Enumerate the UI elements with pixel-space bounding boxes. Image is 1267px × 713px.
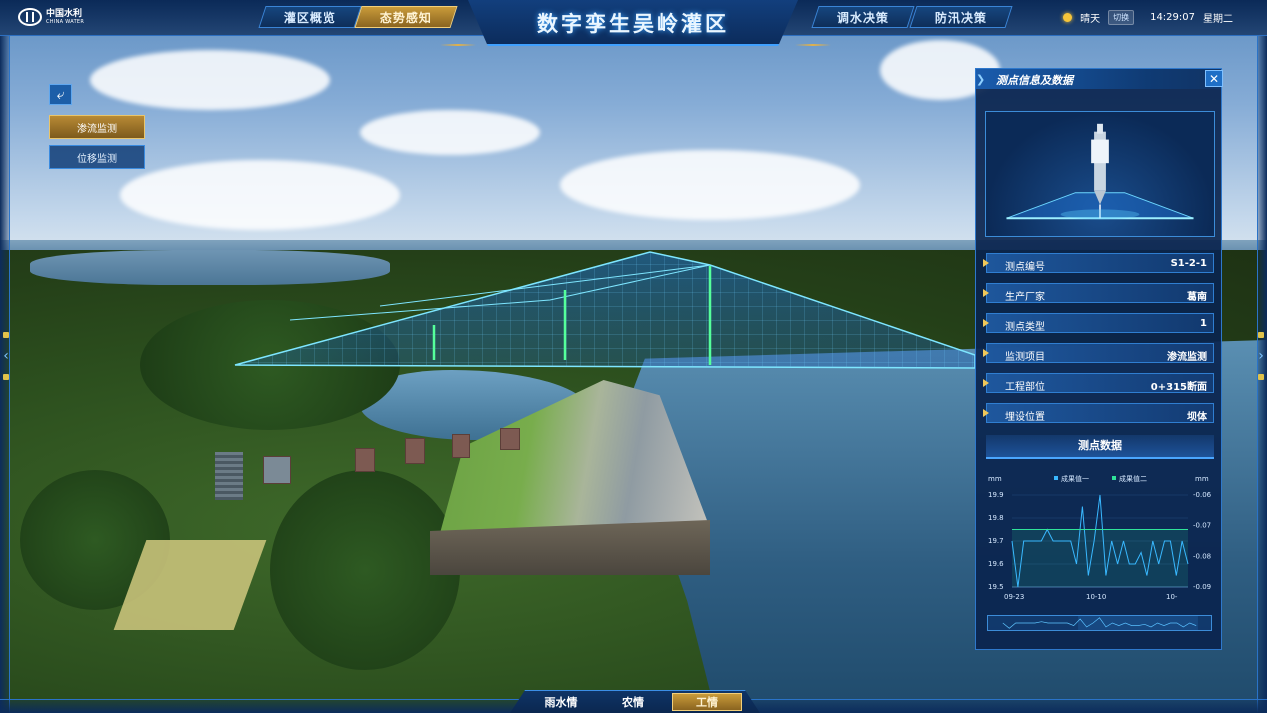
y-unit-left: mm: [988, 475, 1002, 483]
row-arrow-icon: [983, 349, 989, 357]
cloud: [360, 110, 540, 155]
y-unit-right: mm: [1195, 475, 1209, 483]
sensor-line-chart[interactable]: mm mm 成果值一 成果值二 19.9 19.8 19.7 19.6 19.5 -0.06 -0.…: [982, 471, 1218, 606]
clock-weekday: 星期二: [1203, 14, 1233, 25]
panel-header: ❯ 测点信息及数据: [976, 69, 1221, 89]
legend-label: 成果值一: [1061, 474, 1089, 483]
legend-label: 成果值二: [1119, 474, 1147, 483]
tab-agriculture[interactable]: 农情: [598, 693, 668, 711]
building: [405, 438, 425, 464]
series-2-area: [1012, 529, 1188, 587]
close-icon: ✕: [1208, 71, 1220, 86]
chart-range-slider[interactable]: [987, 615, 1212, 631]
y-right-tick-label: -0.06: [1193, 491, 1212, 499]
row-arrow-icon: [983, 379, 989, 387]
x-tick-label: 10-10: [1086, 593, 1106, 601]
info-row-sensor-id: 测点编号 S1-2-1: [983, 253, 1214, 273]
weather-switch-button[interactable]: 切换: [1108, 10, 1135, 25]
tab-overview[interactable]: 灌区概览: [258, 6, 362, 28]
displacement-monitor-button[interactable]: 位移监测: [49, 145, 145, 169]
tab-engineering[interactable]: 工情: [672, 693, 742, 711]
tab-rain-water[interactable]: 雨水情: [526, 693, 596, 711]
row-arrow-icon: [983, 289, 989, 297]
legend-swatch: [1054, 476, 1058, 480]
info-row-manufacturer: 生产厂家 葛南: [983, 283, 1214, 303]
sensor-preview-image: [985, 111, 1215, 237]
sensor-info-panel: ❯ 测点信息及数据 ✕ 测点编号 S1-2-1 生产厂家 葛南 测点类型 1 监…: [975, 68, 1223, 650]
y-tick-label: 19.9: [988, 491, 1004, 499]
info-row-embed-position: 埋设位置 坝体: [983, 403, 1214, 423]
cloud: [90, 50, 330, 110]
info-row-monitor-item: 监测项目 渗流监测: [983, 343, 1214, 363]
left-collapse-arrow-icon[interactable]: ‹: [1, 344, 11, 368]
signal-icon: ❯: [976, 73, 986, 86]
water-logo-icon: [18, 8, 42, 26]
y-tick-label: 19.6: [988, 560, 1004, 568]
seepage-monitor-button[interactable]: 渗流监测: [49, 115, 145, 139]
back-button[interactable]: ⤶: [49, 84, 72, 105]
building: [355, 448, 375, 472]
logo: 中国水利 CHINA WATER: [18, 8, 84, 26]
logo-subtext: CHINA WATER: [46, 18, 85, 25]
dam-transparent-model[interactable]: [230, 250, 975, 370]
y-tick-label: 19.5: [988, 583, 1004, 591]
y-right-tick-label: -0.08: [1193, 552, 1211, 560]
tower: [215, 452, 243, 500]
close-button[interactable]: ✕: [1205, 70, 1223, 87]
row-arrow-icon: [983, 259, 989, 267]
clock-time: 14:29:07: [1150, 12, 1195, 23]
title-glow: [795, 44, 831, 46]
building: [452, 434, 470, 458]
edge-dot-icon: [1258, 374, 1264, 380]
data-section-title: 测点数据: [986, 435, 1214, 459]
status-area: 晴天 切换 14:29:07 星期二: [1063, 10, 1233, 25]
cloud: [560, 150, 860, 220]
x-tick-label: 10-: [1166, 593, 1178, 601]
y-right-tick-label: -0.07: [1193, 522, 1211, 530]
panel-title: 测点信息及数据: [996, 74, 1073, 87]
right-collapse-arrow-icon[interactable]: ›: [1256, 344, 1266, 368]
row-arrow-icon: [983, 409, 989, 417]
y-tick-label: 19.8: [988, 514, 1004, 522]
edge-dot-icon: [3, 374, 9, 380]
logo-text: 中国水利: [46, 8, 83, 19]
building: [263, 456, 291, 484]
y-right-tick-label: -0.09: [1193, 583, 1211, 591]
tab-water-dispatch[interactable]: 调水决策: [811, 6, 915, 28]
row-arrow-icon: [983, 319, 989, 327]
legend-swatch: [1112, 476, 1116, 480]
building: [500, 428, 520, 450]
x-tick-label: 09-23: [1004, 593, 1024, 601]
tab-flood-control[interactable]: 防汛决策: [909, 6, 1013, 28]
edge-dot-icon: [3, 332, 9, 338]
tab-situation[interactable]: 态势感知: [354, 6, 458, 28]
overview-selection[interactable]: [1078, 616, 1198, 630]
info-row-sensor-type: 测点类型 1: [983, 313, 1214, 333]
y-tick-label: 19.7: [988, 537, 1004, 545]
weather-text: 晴天: [1080, 14, 1101, 25]
page-title: 数字孪生吴岭灌区: [537, 12, 729, 36]
edge-dot-icon: [1258, 332, 1264, 338]
title-glow: [440, 44, 476, 46]
sun-icon: [1063, 13, 1073, 22]
info-row-location: 工程部位 0+315断面: [983, 373, 1214, 393]
cloud: [120, 160, 400, 230]
back-arrow-icon: ⤶: [56, 86, 65, 103]
